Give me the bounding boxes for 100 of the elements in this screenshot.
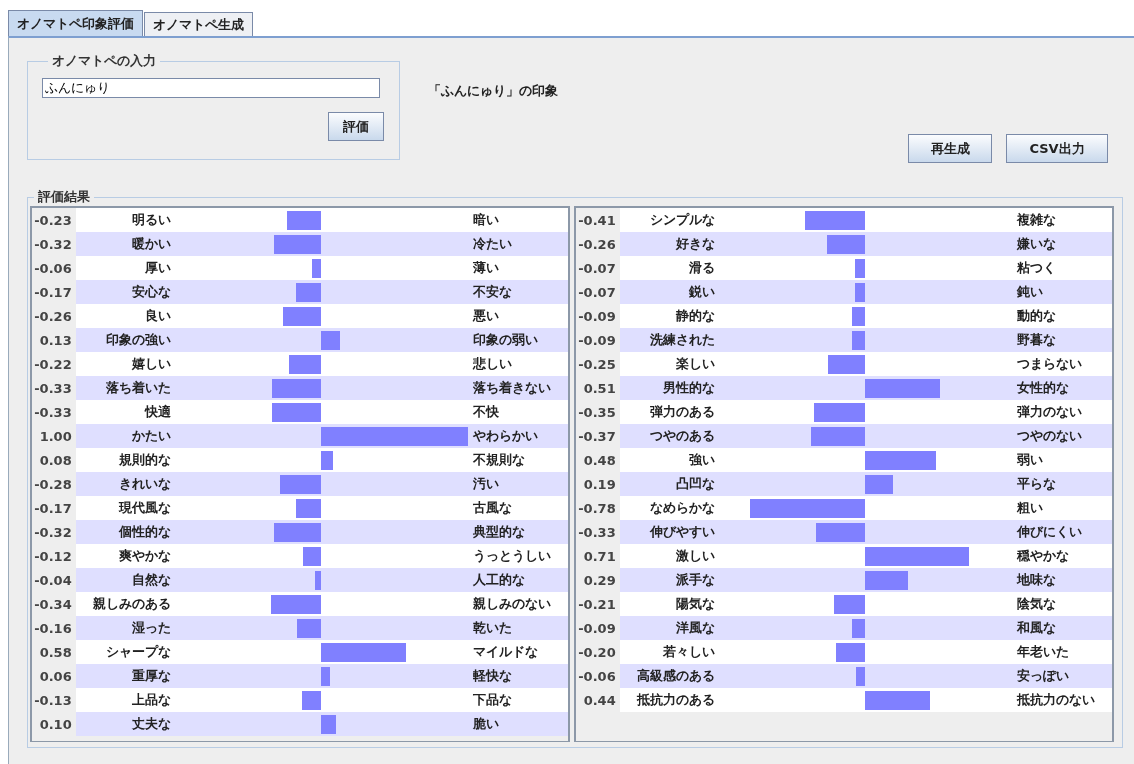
action-button[interactable]: CSV出力 bbox=[1006, 134, 1108, 163]
adjective-cell-text: 抵抗力のない bbox=[1015, 691, 1096, 709]
adjective-cell-text: 規則的な bbox=[118, 451, 171, 469]
adjective-cell-text: なめらかな bbox=[649, 499, 715, 517]
score-bar bbox=[271, 595, 321, 614]
score-bar bbox=[272, 379, 321, 398]
adjective-cell-text: 弾力のある bbox=[649, 403, 715, 421]
score-cell: 0.71 bbox=[576, 544, 620, 568]
score-bar bbox=[321, 667, 330, 686]
adjective-cell-text: 伸びにくい bbox=[1015, 523, 1083, 541]
adjective-cell-text: 典型的な bbox=[471, 523, 526, 541]
adjective-cell-text: うっとうしい bbox=[471, 547, 552, 565]
score-cell: 1.00 bbox=[32, 424, 76, 448]
score-cell: -0.17 bbox=[32, 496, 76, 520]
adjective-cell-text: 年老いた bbox=[1015, 643, 1070, 661]
adjective-cell-text: 悪い bbox=[471, 307, 500, 325]
adjective-cell-text: 粗い bbox=[1015, 499, 1044, 517]
score-bar bbox=[296, 283, 321, 302]
adjective-cell-text: 安心な bbox=[131, 283, 171, 301]
score-cell: -0.04 bbox=[32, 568, 76, 592]
adjective-cell-text: 下品な bbox=[471, 691, 513, 709]
score-cell: -0.07 bbox=[576, 256, 620, 280]
adjective-cell-text: 弾力のない bbox=[1015, 403, 1083, 421]
score-bar bbox=[273, 235, 321, 254]
adjective-cell-text: 動的な bbox=[1015, 307, 1057, 325]
score-cell: -0.20 bbox=[576, 640, 620, 664]
score-bar bbox=[851, 331, 865, 350]
adjective-cell-text: 抵抗力のある bbox=[635, 691, 715, 709]
score-cell: -0.06 bbox=[32, 256, 76, 280]
score-bar bbox=[321, 715, 336, 734]
score-cell: 0.19 bbox=[576, 472, 620, 496]
score-bar bbox=[301, 691, 321, 710]
adjective-cell-text: 暗い bbox=[471, 211, 500, 229]
adjective-cell-text: 強い bbox=[688, 451, 715, 469]
adjective-cell-text: 陰気な bbox=[1015, 595, 1057, 613]
score-bar bbox=[826, 235, 865, 254]
score-bar bbox=[856, 667, 865, 686]
adjective-cell-text: 洗練された bbox=[649, 331, 715, 349]
score-bar bbox=[303, 547, 321, 566]
adjective-cell-text: 不快 bbox=[471, 403, 500, 421]
score-cell: 0.29 bbox=[576, 568, 620, 592]
adjective-cell-text: 上品な bbox=[131, 691, 171, 709]
adjective-cell-text: 好きな bbox=[675, 235, 715, 253]
adjective-cell-text: 派手な bbox=[675, 571, 715, 589]
score-bar bbox=[813, 403, 865, 422]
adjective-cell-text: 嫌いな bbox=[1015, 235, 1057, 253]
score-cell: -0.21 bbox=[576, 592, 620, 616]
adjective-cell-text: 自然な bbox=[131, 571, 171, 589]
score-bar bbox=[273, 523, 321, 542]
score-cell: -0.06 bbox=[576, 664, 620, 688]
adjective-cell-text: 悲しい bbox=[471, 355, 513, 373]
score-cell: -0.32 bbox=[32, 232, 76, 256]
score-cell: -0.22 bbox=[32, 352, 76, 376]
adjective-cell-text: 爽やかな bbox=[118, 547, 171, 565]
action-button[interactable]: 再生成 bbox=[908, 134, 992, 163]
impression-title: 「ふんにゅり」の印象 bbox=[428, 82, 559, 100]
adjective-cell-text: 平らな bbox=[1015, 475, 1057, 493]
score-cell: 0.13 bbox=[32, 328, 76, 352]
score-bar bbox=[810, 427, 865, 446]
adjective-cell-text: 安っぽい bbox=[1015, 667, 1070, 685]
score-bar bbox=[288, 355, 321, 374]
adjective-cell-text: 和風な bbox=[1015, 619, 1057, 637]
adjective-cell-text: 汚い bbox=[471, 475, 500, 493]
adjective-cell-text: 陽気な bbox=[675, 595, 715, 613]
score-cell: -0.33 bbox=[32, 400, 76, 424]
adjective-cell-text: 鈍い bbox=[1015, 283, 1044, 301]
score-bar bbox=[272, 403, 321, 422]
input-field[interactable]: ふんにゅり bbox=[42, 78, 380, 98]
adjective-cell-text: 不安な bbox=[471, 283, 513, 301]
score-bar bbox=[312, 259, 321, 278]
adjective-cell-text: 人工的な bbox=[471, 571, 526, 589]
score-cell: -0.26 bbox=[32, 304, 76, 328]
score-bar bbox=[854, 283, 865, 302]
adjective-cell-text: 落ち着きない bbox=[471, 379, 552, 397]
adjective-cell-text: 重厚な bbox=[131, 667, 171, 685]
adjective-cell-text: 女性的な bbox=[1015, 379, 1070, 397]
score-cell: -0.09 bbox=[576, 328, 620, 352]
adjective-cell-text: 鋭い bbox=[688, 283, 715, 301]
tab[interactable]: オノマトペ印象評価 bbox=[8, 10, 143, 36]
score-bar bbox=[279, 475, 321, 494]
score-cell: -0.07 bbox=[576, 280, 620, 304]
score-cell: -0.13 bbox=[32, 688, 76, 712]
score-cell: -0.09 bbox=[576, 616, 620, 640]
score-cell: 0.10 bbox=[32, 712, 76, 736]
tab[interactable]: オノマトペ生成 bbox=[144, 12, 253, 36]
adjective-cell-text: 静的な bbox=[675, 307, 715, 325]
adjective-cell-text: 現代風な bbox=[117, 499, 171, 517]
evaluate-button[interactable]: 評価 bbox=[328, 112, 384, 141]
adjective-cell-text: 粘つく bbox=[1015, 259, 1057, 277]
adjective-cell-text: 印象の強い bbox=[105, 331, 171, 349]
group-title: オノマトペの入力 bbox=[51, 52, 157, 70]
score-bar bbox=[804, 211, 865, 230]
adjective-cell-text: 高級感のある bbox=[636, 667, 715, 685]
score-bar bbox=[865, 451, 936, 470]
adjective-cell-text: シンプルな bbox=[649, 211, 715, 229]
adjective-cell-text: 明るい bbox=[131, 211, 171, 229]
score-cell: 0.58 bbox=[32, 640, 76, 664]
score-cell: 0.48 bbox=[576, 448, 620, 472]
score-cell: 0.08 bbox=[32, 448, 76, 472]
adjective-cell-text: 凸凹な bbox=[675, 475, 715, 493]
